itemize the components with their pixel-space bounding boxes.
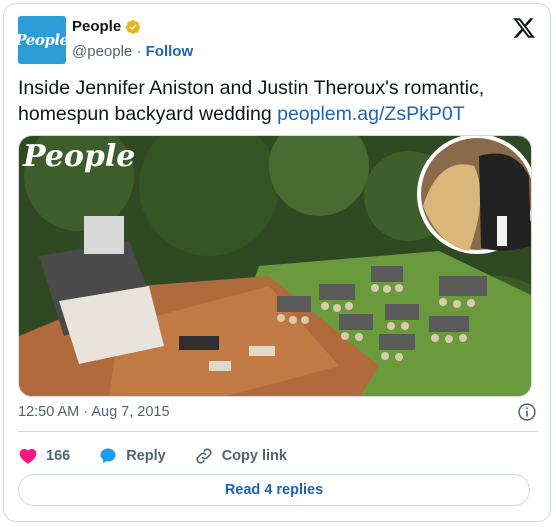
like-button[interactable]: 166 — [18, 446, 70, 466]
reply-button[interactable]: Reply — [98, 446, 166, 466]
heart-icon — [19, 448, 37, 464]
handle-row: @people · Follow — [72, 43, 193, 60]
tweet-media[interactable]: People — [18, 135, 532, 397]
author-handle[interactable]: @people — [72, 43, 132, 60]
separator: · — [136, 43, 142, 60]
verified-badge-icon — [126, 19, 141, 34]
aerial-wedding-photo: People — [19, 136, 531, 396]
tweet-text: Inside Jennifer Aniston and Justin Thero… — [18, 75, 528, 127]
reply-bubble-icon — [100, 448, 116, 464]
reply-label: Reply — [126, 448, 166, 464]
timestamp[interactable]: 12:50 AM · Aug 7, 2015 — [18, 404, 170, 420]
info-icon[interactable] — [517, 402, 537, 422]
link-icon — [196, 448, 212, 464]
author-name[interactable]: People — [72, 18, 121, 35]
media-watermark: People — [22, 139, 135, 174]
tweet-link[interactable]: peoplem.ag/ZsPkP0T — [277, 103, 465, 125]
read-replies-button[interactable]: Read 4 replies — [18, 474, 530, 506]
avatar[interactable]: People — [15, 16, 69, 64]
x-logo-icon[interactable] — [512, 16, 536, 40]
author-name-row: People — [72, 18, 141, 35]
copy-link-label: Copy link — [221, 448, 287, 464]
follow-button[interactable]: Follow — [146, 43, 194, 60]
action-bar: 166 Reply Copy link — [18, 446, 315, 466]
like-count: 166 — [46, 448, 71, 464]
divider — [18, 431, 538, 432]
copy-link-button[interactable]: Copy link — [194, 446, 287, 466]
